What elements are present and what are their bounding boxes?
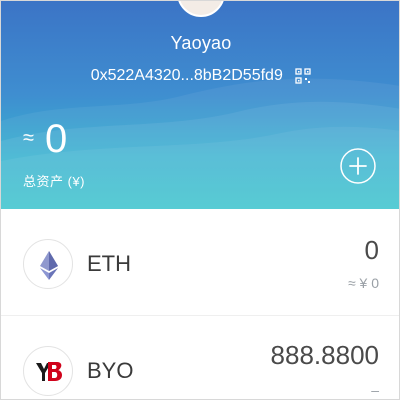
- token-fiat-value: –: [371, 382, 379, 398]
- ethereum-icon: [23, 239, 73, 289]
- add-token-button[interactable]: [339, 147, 377, 185]
- wallet-name[interactable]: Yaoyao: [1, 33, 399, 54]
- total-assets-value: 0: [45, 117, 68, 161]
- wallet-header: Yaoyao 0x522A4320...8bB2D55fd9 ≈ 0 总资产 (…: [1, 1, 399, 209]
- token-amount: 0: [364, 235, 379, 265]
- total-assets-label: 总资产 (¥): [23, 174, 86, 189]
- token-row-eth[interactable]: ETH 0 ≈ ¥ 0: [1, 209, 399, 313]
- token-row-byo[interactable]: BYO 888.8800 –: [1, 315, 399, 399]
- wallet-address[interactable]: 0x522A4320...8bB2D55fd9: [91, 67, 283, 85]
- token-symbol: BYO: [87, 358, 134, 383]
- address-row[interactable]: 0x522A4320...8bB2D55fd9: [1, 67, 399, 85]
- token-amount: 888.8800: [270, 340, 379, 370]
- token-symbol: ETH: [87, 251, 131, 276]
- qr-code-icon[interactable]: [295, 68, 311, 84]
- total-approx-symbol: ≈: [23, 127, 34, 149]
- byo-token-icon: [23, 346, 73, 396]
- token-fiat-value: ≈ ¥ 0: [347, 275, 379, 291]
- wallet-screen: Yaoyao 0x522A4320...8bB2D55fd9 ≈ 0 总资产 (…: [0, 0, 400, 400]
